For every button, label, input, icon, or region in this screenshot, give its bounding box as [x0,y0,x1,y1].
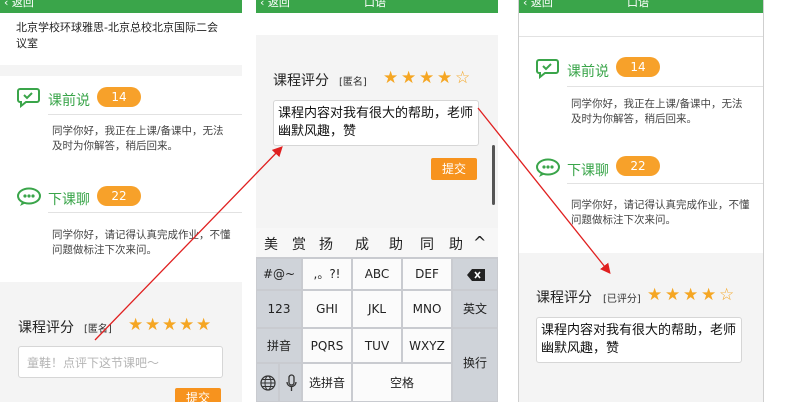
key-mic[interactable] [279,363,302,402]
candidate-word[interactable]: 成 [355,234,369,254]
key-mno[interactable]: MNO [402,290,452,328]
key-pqrs[interactable]: PQRS [302,328,352,363]
rated-tag: [已评分] [603,294,641,305]
comment-text: 课程内容对我有很大的帮助，老师幽默风趣，赞 [541,323,737,356]
divider [519,36,763,37]
back-label: 返回 [530,0,553,9]
rating-label: 课程评分 [18,320,74,336]
screen-1: ‹ 返回 北京学校环球雅思-北京总校北京国际二会议室 课前说 14 同学你好，我… [0,0,242,402]
nav-bar: ‹ 返回 口语 [519,0,763,13]
star-icon[interactable]: ★ [196,317,211,334]
before-class-message: 同学你好，我正在上课/备课中，无法及时为你解答，稍后回来。 [571,98,743,125]
divider [48,212,242,213]
divider [48,114,242,115]
key-jkl[interactable]: JKL [352,290,402,328]
key-english[interactable]: 英文 [452,290,498,328]
globe-icon [260,375,276,391]
star-icon[interactable]: ★ [383,70,398,87]
key-wxyz[interactable]: WXYZ [402,328,452,363]
screen-3: ‹ 返回 口语 课前说 14 同学你好，我正在上课/备课中，无法及时为你解答，稍… [518,0,764,402]
location-card: 北京学校环球雅思-北京总校北京国际二会议室 [0,13,242,65]
star-icon[interactable]: ★ [145,317,160,334]
after-class-count-badge: 22 [616,156,660,176]
candidate-word[interactable]: 扬 [319,234,333,254]
after-class-count-badge: 22 [97,186,141,206]
nav-title: 口语 [364,0,386,9]
delete-icon [467,269,485,281]
star-icon: ★ [683,285,699,305]
back-button[interactable]: ‹ 返回 [260,0,290,10]
before-class-label: 课前说 [48,93,90,109]
rating-label: 课程评分 [536,290,592,306]
key-tuv[interactable]: TUV [352,328,402,363]
back-button[interactable]: ‹ 返回 [523,0,553,10]
wechat-bubble-icon [535,158,561,182]
before-class-count-badge: 14 [97,87,141,107]
back-label: 返回 [11,0,34,9]
star-icon[interactable]: ★ [162,317,177,334]
divider [567,183,763,184]
key-space[interactable]: 空格 [352,363,452,402]
nav-bar: ‹ 返回 口语 [256,0,498,13]
star-icon[interactable]: ★ [401,70,416,87]
key-abc[interactable]: ABC [352,258,402,290]
star-empty-icon[interactable]: ☆ [455,70,470,87]
star-icon[interactable]: ★ [419,70,434,87]
location-text: 北京学校环球雅思-北京总校北京国际二会议室 [16,21,218,50]
star-icon[interactable]: ★ [128,317,143,334]
star-empty-icon: ☆ [719,285,735,305]
before-class-message: 同学你好，我正在上课/备课中，无法及时为你解答，稍后回来。 [52,125,224,152]
key-delete[interactable] [452,258,498,290]
star-icon[interactable]: ★ [437,70,452,87]
before-class-count-badge: 14 [616,57,660,77]
after-class-label: 下课聊 [48,192,90,208]
anonymous-tag: [匿名] [339,77,367,88]
screen-2: ‹ 返回 口语 课程评分 [匿名] ★ ★ ★ ★ ☆ 课程内容对我有很大的帮助… [256,0,498,402]
wechat-bubble-icon [16,187,42,211]
candidate-word[interactable]: 助 [449,234,463,254]
comment-input[interactable]: 课程内容对我有很大的帮助，老师幽默风趣，赞 [273,100,479,146]
back-label: 返回 [267,0,290,9]
key-numbers[interactable]: 123 [256,290,302,328]
mic-icon [286,374,297,391]
key-globe[interactable] [256,363,279,402]
candidate-word[interactable]: 赏 [292,234,306,254]
top-strip [256,13,498,35]
chat-bubble-icon [17,86,41,112]
comment-placeholder: 童鞋！点评下这节课吧～ [27,356,160,370]
nav-title: 口语 [627,0,649,9]
candidate-word[interactable]: 助 [389,234,403,254]
star-icon: ★ [647,285,663,305]
after-class-label: 下课聊 [567,163,609,179]
before-class-label: 课前说 [567,64,609,80]
after-class-message: 同学你好，请记得认真完成作业，不懂问题做标注下次来问。 [52,229,231,256]
key-newline[interactable]: 换行 [452,328,498,402]
key-pinyin[interactable]: 拼音 [256,328,302,363]
nav-bar: ‹ 返回 [0,0,242,13]
comment-input[interactable]: 童鞋！点评下这节课吧～ [18,346,223,378]
chat-bubble-icon [536,57,560,83]
candidate-word[interactable]: 美 [264,234,278,254]
rating-label: 课程评分 [273,73,329,89]
after-class-message: 同学你好，请记得认真完成作业，不懂问题做标注下次来问。 [571,199,750,226]
anonymous-tag: [匿名] [84,324,112,335]
submit-button[interactable]: 提交 [175,388,221,402]
star-icon[interactable]: ★ [179,317,194,334]
divider [567,86,763,87]
key-select-pinyin[interactable]: 选拼音 [302,363,352,402]
candidate-word[interactable]: 同 [420,234,434,254]
key-symbols[interactable]: #@~ [256,258,302,290]
key-def[interactable]: DEF [402,258,452,290]
collapse-candidates-button[interactable]: ^ [473,233,486,252]
back-button[interactable]: ‹ 返回 [4,0,34,10]
scrollbar[interactable] [492,145,495,205]
key-ghi[interactable]: GHI [302,290,352,328]
comment-display: 课程内容对我有很大的帮助，老师幽默风趣，赞 [536,317,742,363]
key-punctuation[interactable]: ,。?! [302,258,352,290]
submit-button[interactable]: 提交 [431,158,477,180]
star-icon: ★ [665,285,681,305]
comment-text: 课程内容对我有很大的帮助，老师幽默风趣，赞 [278,106,474,139]
star-icon: ★ [701,285,717,305]
